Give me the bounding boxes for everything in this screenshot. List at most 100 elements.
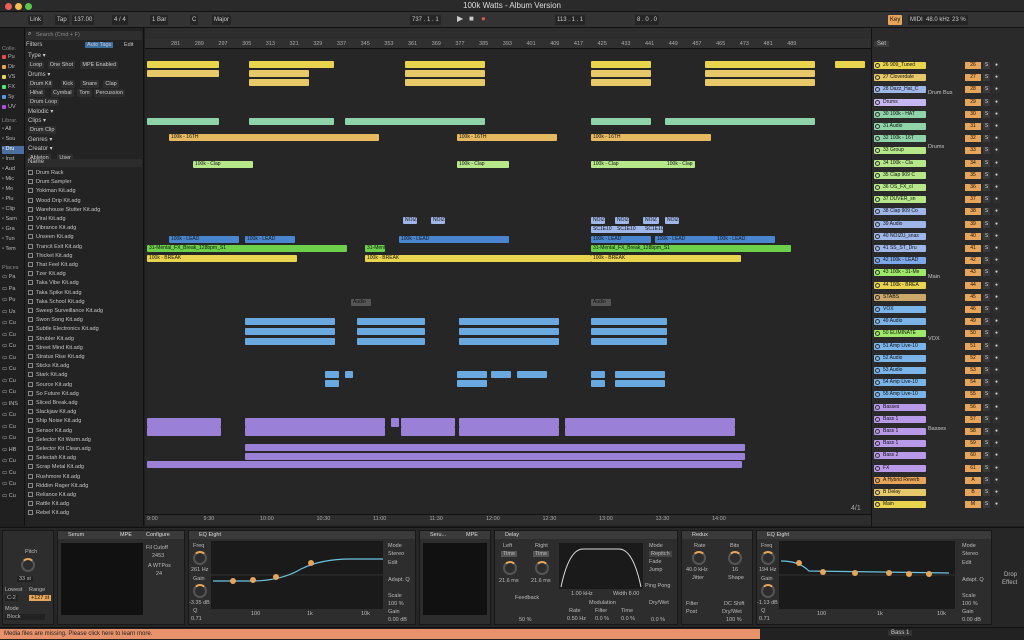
clip-launch-icon[interactable] (875, 429, 880, 434)
clip[interactable] (591, 328, 667, 335)
eq2-q-value[interactable]: 0.71 (759, 616, 770, 622)
clip-launch-icon[interactable] (875, 331, 880, 337)
arm-button[interactable]: ● (993, 269, 1000, 277)
delay-right-value[interactable]: 21.6 ms (531, 578, 551, 584)
track-header[interactable]: Bass 1 (874, 440, 926, 448)
clip[interactable]: NOIZ (665, 217, 679, 224)
filter-chip[interactable]: Drum Clip (28, 126, 57, 134)
track-volume[interactable]: 26 (965, 62, 981, 69)
places-item[interactable]: ▭ Cu (2, 481, 24, 489)
clip[interactable] (405, 61, 485, 68)
track-header[interactable]: Bass 2 (874, 452, 926, 460)
clip[interactable]: NOIZ (591, 217, 605, 224)
clip[interactable] (457, 371, 487, 378)
link-button[interactable]: Link (28, 15, 44, 25)
clip-launch-icon[interactable] (875, 319, 880, 325)
clip[interactable] (591, 380, 605, 387)
delay-filter-value[interactable]: 1.00 kHz (571, 591, 593, 597)
places-item[interactable]: ▭ Cu (2, 458, 24, 466)
eq-curve-display[interactable] (211, 541, 383, 609)
clip[interactable]: 100k - LEAD (245, 236, 295, 243)
feedback-value[interactable]: 50 % (519, 617, 532, 623)
track-volume[interactable]: 28 (965, 86, 981, 94)
track-header[interactable]: 40 NOIZU_snas (874, 232, 926, 240)
wtpos-value[interactable]: 24 (156, 571, 162, 577)
clip-launch-icon[interactable] (875, 404, 880, 410)
bass-input-route[interactable]: Basses (928, 426, 946, 432)
track-volume[interactable]: 58 (965, 428, 981, 435)
redux-post-button[interactable]: Post (686, 609, 697, 615)
list-item[interactable]: Drum Sampler (28, 178, 142, 186)
filter-section-label[interactable]: Genres ▾ (28, 136, 52, 143)
list-item[interactable]: Selectah Kit.adg (28, 454, 142, 462)
track-header[interactable]: Bass 1 (874, 428, 926, 435)
track-header[interactable]: 36 OS_FX_cl (874, 184, 926, 191)
clip[interactable] (245, 328, 335, 335)
track-header[interactable]: Basses (874, 403, 926, 411)
clip[interactable] (249, 79, 309, 86)
arm-button[interactable]: ● (993, 367, 1000, 374)
vox-route[interactable]: Main (928, 274, 940, 280)
places-item[interactable]: ▭ Cu (2, 493, 24, 501)
serum-configure-button[interactable]: Configure (146, 532, 170, 538)
solo-button[interactable]: S (983, 159, 990, 167)
places-item[interactable]: ▭ HB (2, 447, 24, 455)
clip[interactable] (147, 418, 221, 427)
list-item[interactable]: Viral Kit.adg (28, 215, 142, 223)
solo-button[interactable]: S (983, 281, 990, 289)
track-header[interactable]: 32 100k - 16T (874, 135, 926, 143)
eq2-band-1[interactable] (796, 560, 802, 566)
loop-start-field[interactable]: 113 . 1 . 1 (555, 15, 586, 25)
solo-button[interactable]: S (983, 245, 990, 252)
library-item[interactable]: ▫ Plu (2, 196, 24, 204)
track-volume[interactable]: M (965, 501, 981, 509)
track-header[interactable]: Drums (874, 98, 926, 106)
places-item[interactable]: ▭ Cu (2, 366, 24, 374)
arm-button[interactable]: ● (993, 232, 1000, 240)
clip[interactable] (147, 118, 219, 125)
clip-launch-icon[interactable] (875, 75, 880, 81)
arm-button[interactable]: ● (993, 330, 1000, 338)
clip[interactable] (401, 427, 455, 436)
filter-section-label[interactable]: Drums ▾ (28, 71, 50, 78)
track-header[interactable]: 42 100k - LEAD (874, 257, 926, 265)
clip-launch-icon[interactable] (875, 465, 880, 471)
eq-gain-value[interactable]: -3.35 dB (189, 600, 210, 606)
list-item[interactable]: Taka Vibe Kit.adg (28, 279, 142, 287)
clip[interactable] (245, 318, 335, 325)
track-header[interactable]: 34 100k - Cla (874, 159, 926, 167)
clip[interactable] (249, 118, 334, 125)
eq2-freq-value[interactable]: 194 Hz (759, 567, 776, 573)
arm-button[interactable]: ● (993, 220, 1000, 228)
clip[interactable] (245, 427, 385, 436)
clip[interactable] (565, 427, 735, 436)
clip[interactable] (591, 79, 651, 86)
list-item[interactable]: Vibrance Kit.adg (28, 224, 142, 232)
list-item[interactable]: Sticks Kit.adg (28, 362, 142, 370)
filter-chip[interactable]: One Shot (47, 61, 76, 69)
redux-header[interactable]: Redux (682, 531, 752, 539)
arm-button[interactable]: ● (993, 208, 1000, 216)
filter-chip[interactable]: Snare (80, 80, 100, 88)
clip-launch-icon[interactable] (875, 343, 880, 349)
eq2-freq-knob[interactable] (761, 551, 775, 565)
list-item[interactable]: Stark Kit.adg (28, 371, 142, 379)
solo-button[interactable]: S (983, 269, 990, 277)
clip[interactable] (459, 418, 559, 427)
arm-button[interactable]: ● (993, 135, 1000, 143)
track-volume[interactable]: A (965, 476, 981, 484)
name-column-header[interactable]: Name (26, 159, 142, 167)
repitch-button[interactable]: Repitch (649, 551, 672, 557)
arm-button[interactable]: ● (993, 391, 1000, 399)
solo-button[interactable]: S (983, 306, 990, 313)
list-item[interactable]: Wood Drip Kit.adg (28, 197, 142, 205)
filter-chip[interactable]: Cymbal (51, 89, 74, 97)
track-volume[interactable]: 50 (965, 330, 981, 338)
eq-band-3[interactable] (273, 574, 279, 580)
list-item[interactable]: Rebel Kit.adg (28, 509, 142, 517)
solo-button[interactable]: S (983, 293, 990, 301)
track-volume[interactable]: 45 (965, 293, 981, 301)
record-icon[interactable]: ● (479, 14, 488, 24)
arrangement-position[interactable]: 737 . 1 . 1 (410, 15, 441, 25)
redux-bits-value[interactable]: 16 (732, 567, 738, 573)
